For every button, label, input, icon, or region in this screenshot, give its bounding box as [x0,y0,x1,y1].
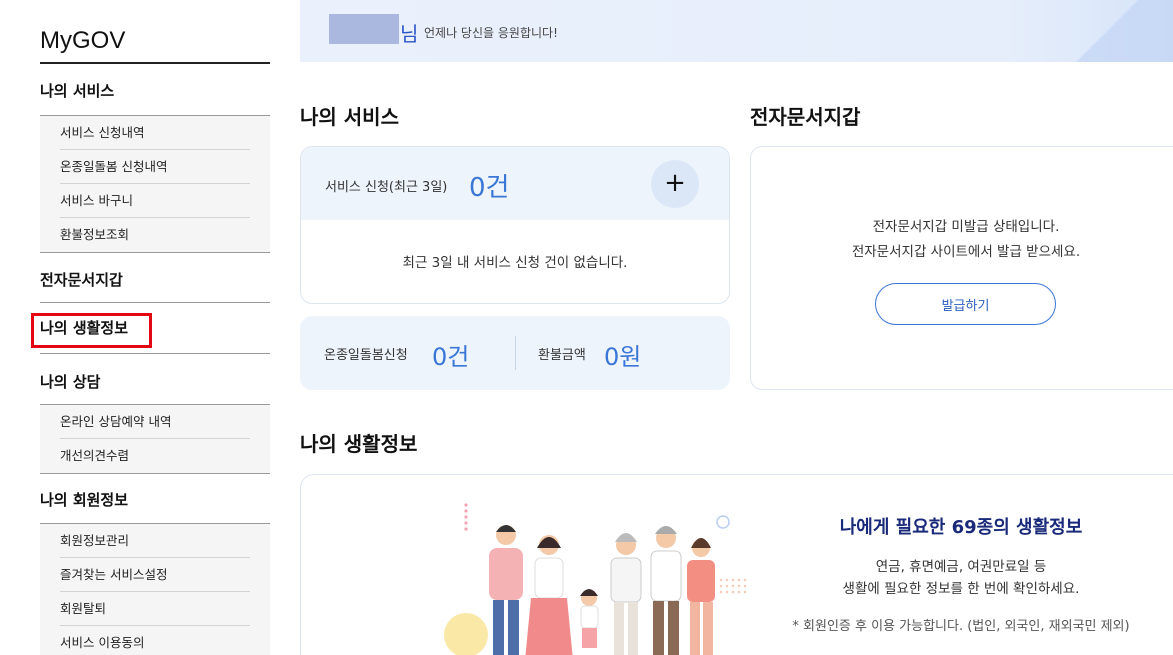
service-stats-card: 온종일돌봄신청 0건 환불금액 0원 [300,316,730,390]
sidebar-item-allday-care-history[interactable]: 온종일돌봄 신청내역 [60,150,250,184]
greeting-banner: 님 언제나 당신을 응원합니다! [300,0,1173,62]
sidebar-section-wallet[interactable]: 전자문서지갑 [40,252,270,303]
user-name-mask [329,14,399,44]
wallet-heading: 전자문서지갑 [750,105,861,129]
refund-amount[interactable]: 0원 [604,337,641,372]
sidebar-submenu-member: 회원정보관리 즐겨찾는 서비스설정 회원탈퇴 서비스 이용동의 [40,524,270,655]
wallet-status-line1: 전자문서지갑 미발급 상태입니다. [872,219,1060,235]
sidebar-item-favorite-services[interactable]: 즐겨찾는 서비스설정 [60,558,250,592]
service-request-card: 서비스 신청(최근 3일) 0건 + 최근 3일 내 서비스 신청 건이 없습니… [300,146,730,304]
plus-icon[interactable]: + [651,160,699,208]
sidebar-item-feedback[interactable]: 개선의견수렴 [60,439,250,473]
sidebar-section-consult[interactable]: 나의 상담 [40,354,270,405]
service-request-count[interactable]: 0건 [469,167,509,204]
sidebar-item-online-consult[interactable]: 온라인 상담예약 내역 [60,405,250,439]
greeting-honorific: 님 [400,22,419,46]
brand-logo[interactable]: MyGOV [40,0,270,64]
greeting-message: 언제나 당신을 응원합니다! [424,26,558,40]
service-empty-message: 최근 3일 내 서비스 신청 건이 없습니다. [402,255,628,271]
my-services-heading: 나의 서비스 [300,105,399,129]
banner-decoration [1073,0,1173,62]
allday-care-count[interactable]: 0건 [432,337,469,372]
wallet-status-line2: 전자문서지갑 사이트에서 발급 받으세요. [851,244,1081,260]
family-illustration-icon [444,503,747,655]
life-info-heading: 나의 생활정보 [300,432,418,456]
sidebar-section-life-info-label: 나의 생활정보 [40,319,129,337]
sidebar-item-member-manage[interactable]: 회원정보관리 [60,524,250,558]
stats-divider [515,336,516,370]
service-request-header: 서비스 신청(최근 3일) 0건 + [301,147,729,220]
sidebar-section-life-info[interactable]: 나의 생활정보 [31,303,270,354]
issue-button[interactable]: 발급하기 [875,283,1056,325]
life-info-line2: 생활에 필요한 정보를 한 번에 확인하세요. [842,581,1080,597]
sidebar-submenu-services: 서비스 신청내역 온종일돌봄 신청내역 서비스 바구니 환불정보조회 [40,116,270,252]
sidebar-item-service-consent[interactable]: 서비스 이용동의 [60,626,250,655]
sidebar: MyGOV 나의 서비스 서비스 신청내역 온종일돌봄 신청내역 서비스 바구니… [31,0,270,655]
sidebar-item-refund-lookup[interactable]: 환불정보조회 [60,218,250,252]
sidebar-section-member[interactable]: 나의 회원정보 [40,473,270,524]
service-request-label: 서비스 신청(최근 3일) [325,180,448,195]
refund-label: 환불금액 [538,348,586,363]
wallet-card: 전자문서지갑 미발급 상태입니다. 전자문서지갑 사이트에서 발급 받으세요. … [750,146,1173,390]
life-info-card: 나에게 필요한 69종의 생활정보 연금, 휴면예금, 여권만료일 등 생활에 … [300,474,1173,655]
life-info-line1: 연금, 휴면예금, 여권만료일 등 [875,559,1047,575]
life-info-note: * 회원인증 후 이용 가능합니다. (법인, 외국인, 재외국민 제외) [792,619,1130,634]
sidebar-item-withdraw[interactable]: 회원탈퇴 [60,592,250,626]
sidebar-item-service-history[interactable]: 서비스 신청내역 [60,116,250,150]
allday-care-label: 온종일돌봄신청 [324,348,408,363]
sidebar-item-service-basket[interactable]: 서비스 바구니 [60,184,250,218]
sidebar-submenu-consult: 온라인 상담예약 내역 개선의견수렴 [40,405,270,473]
sidebar-section-my-services[interactable]: 나의 서비스 [40,64,270,116]
life-info-title: 나에게 필요한 69종의 생활정보 [839,517,1083,538]
